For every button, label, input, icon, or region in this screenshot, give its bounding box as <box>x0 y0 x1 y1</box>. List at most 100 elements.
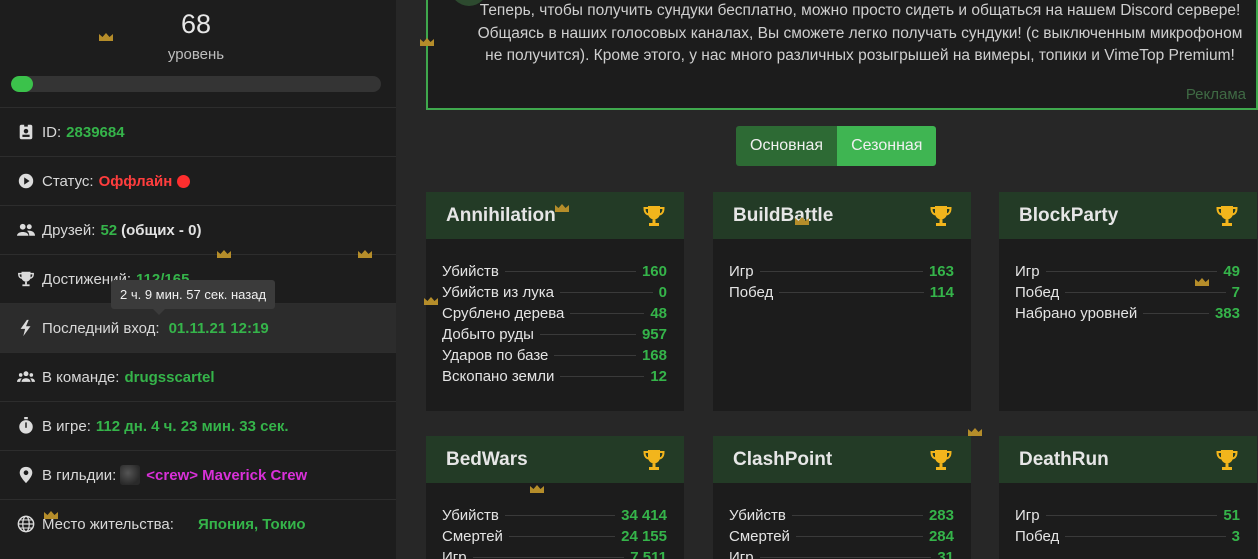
card-header: Annihilation <box>426 192 684 239</box>
stat-row: Убийств 160 <box>442 261 667 282</box>
stat-value: 168 <box>641 347 667 364</box>
info-row-status: Статус: Оффлайн <box>0 156 396 205</box>
stat-value: 12 <box>650 368 667 385</box>
stat-label: Убийств <box>442 263 499 280</box>
card-header: DeathRun <box>999 436 1257 483</box>
game-title: DeathRun <box>1019 448 1109 470</box>
info-row-id: ID: 2839684 <box>0 107 396 156</box>
crown-decoration-icon <box>968 428 982 436</box>
friends-count[interactable]: 52 <box>100 222 117 239</box>
team-value[interactable]: drugsscartel <box>124 369 214 386</box>
id-card-icon <box>16 122 36 142</box>
stat-leader-line <box>1045 515 1218 516</box>
crown-decoration-icon <box>99 33 113 41</box>
crown-decoration-icon <box>795 217 809 225</box>
playtime-label: В игре: <box>42 417 91 435</box>
stat-row: Игр 51 <box>1015 505 1240 526</box>
tab-main[interactable]: Основная <box>736 126 838 166</box>
crown-decoration-icon <box>420 38 434 46</box>
stat-label: Игр <box>1015 263 1040 280</box>
stat-label: Срублено дерева <box>442 305 565 322</box>
game-title: BedWars <box>446 448 528 470</box>
stat-row: Смертей 24 155 <box>442 526 667 547</box>
card-header: BlockParty <box>999 192 1257 239</box>
stat-value: 51 <box>1223 507 1240 524</box>
stat-label: Вскопано земли <box>442 368 555 385</box>
game-card-bedwars: BedWars Убийств 34 414 Смертей 24 155 Игр 7… <box>426 436 684 559</box>
crown-decoration-icon <box>555 204 569 212</box>
stat-label: Побед <box>1015 284 1060 301</box>
stat-label: Ударов по базе <box>442 347 549 364</box>
trophy-icon[interactable] <box>1215 448 1239 472</box>
ad-banner[interactable]: Теперь, чтобы получить сундуки бесплатно… <box>426 0 1258 110</box>
stopwatch-icon <box>16 416 36 436</box>
stat-value: 31 <box>937 549 954 559</box>
team-label: В команде: <box>42 368 120 386</box>
stat-leader-line <box>554 355 636 356</box>
card-stats: Игр 49 Побед 7 Набрано уровней 383 <box>999 239 1257 324</box>
profile-sidebar: 68 уровень ID: 2839684 Статус: Оффлайн Д… <box>0 0 396 559</box>
last-login-tooltip: 2 ч. 9 мин. 57 сек. назад <box>111 280 276 315</box>
info-row-guild: В гильдии: <crew> Maverick Crew <box>0 450 396 499</box>
bolt-icon <box>16 318 36 338</box>
status-label: Статус: <box>42 172 94 190</box>
stat-value: 7 511 <box>630 549 667 559</box>
stat-label: Побед <box>729 284 774 301</box>
stats-tabs: Основная Сезонная <box>736 126 937 166</box>
guild-avatar <box>120 465 141 485</box>
crown-decoration-icon <box>44 511 58 519</box>
stat-row: Смертей 284 <box>729 526 954 547</box>
stat-label: Смертей <box>442 528 503 545</box>
stat-value: 163 <box>928 263 954 280</box>
stat-leader-line <box>1065 536 1226 537</box>
game-card-buildbattle: BuildBattle Игр 163 Побед 114 <box>713 192 971 411</box>
card-header: BuildBattle <box>713 192 971 239</box>
stat-row: Убийств 283 <box>729 505 954 526</box>
stat-leader-line <box>791 515 923 516</box>
stat-row: Игр 7 511 <box>442 547 667 559</box>
guild-name[interactable]: <crew> Maverick Crew <box>146 467 307 484</box>
trophy-icon[interactable] <box>929 204 953 228</box>
info-row-friends: Друзей: 52 (общих - 0) <box>0 205 396 254</box>
stat-leader-line <box>472 557 625 558</box>
users-icon <box>16 220 36 240</box>
tab-season[interactable]: Сезонная <box>837 126 937 166</box>
game-title: BlockParty <box>1019 204 1119 226</box>
game-card-clashpoint: ClashPoint Убийств 283 Смертей 284 Игр 31 <box>713 436 971 559</box>
playtime-value: 112 дн. 4 ч. 23 мин. 33 сек. <box>95 417 289 435</box>
info-row-last-login[interactable]: Последний вход: 01.11.21 12:19 <box>0 303 396 352</box>
stat-value: 3 <box>1231 528 1240 545</box>
stat-label: Игр <box>442 549 467 559</box>
game-title: BuildBattle <box>733 204 834 226</box>
trophy-icon[interactable] <box>1215 204 1239 228</box>
game-card-blockparty: BlockParty Игр 49 Побед 7 Набрано уровней 3… <box>999 192 1257 411</box>
stat-leader-line <box>504 271 636 272</box>
trophy-icon[interactable] <box>642 204 666 228</box>
game-card-deathrun: DeathRun Игр 51 Побед 3 <box>999 436 1257 559</box>
trophy-icon[interactable] <box>642 448 666 472</box>
stat-leader-line <box>1143 313 1209 314</box>
ad-label: Реклама <box>1185 86 1246 103</box>
stat-row: Ударов по базе 168 <box>442 345 667 366</box>
crown-decoration-icon <box>358 250 372 258</box>
level-caption: уровень <box>167 46 225 63</box>
stat-leader-line <box>508 536 616 537</box>
trophy-icon[interactable] <box>929 448 953 472</box>
card-stats: Игр 163 Побед 114 <box>713 239 971 303</box>
group-icon <box>16 367 36 387</box>
game-title: Annihilation <box>446 204 556 226</box>
residence-value: Япония, Токио <box>197 515 306 533</box>
card-stats: Убийств 283 Смертей 284 Игр 31 <box>713 483 971 559</box>
friends-common: (общих - 0) <box>121 221 202 239</box>
stat-leader-line <box>560 376 645 377</box>
id-label: ID: <box>42 123 62 141</box>
stat-row: Убийств 34 414 <box>442 505 667 526</box>
stat-leader-line <box>559 292 653 293</box>
map-marker-icon <box>16 465 36 485</box>
stat-row: Добыто руды 957 <box>442 324 667 345</box>
guild-label: В гильдии: <box>42 466 117 484</box>
last-login-value: 01.11.21 12:19 <box>168 319 269 337</box>
level-progress-fill <box>11 76 34 92</box>
game-title: ClashPoint <box>733 448 833 470</box>
stat-label: Игр <box>729 549 754 559</box>
